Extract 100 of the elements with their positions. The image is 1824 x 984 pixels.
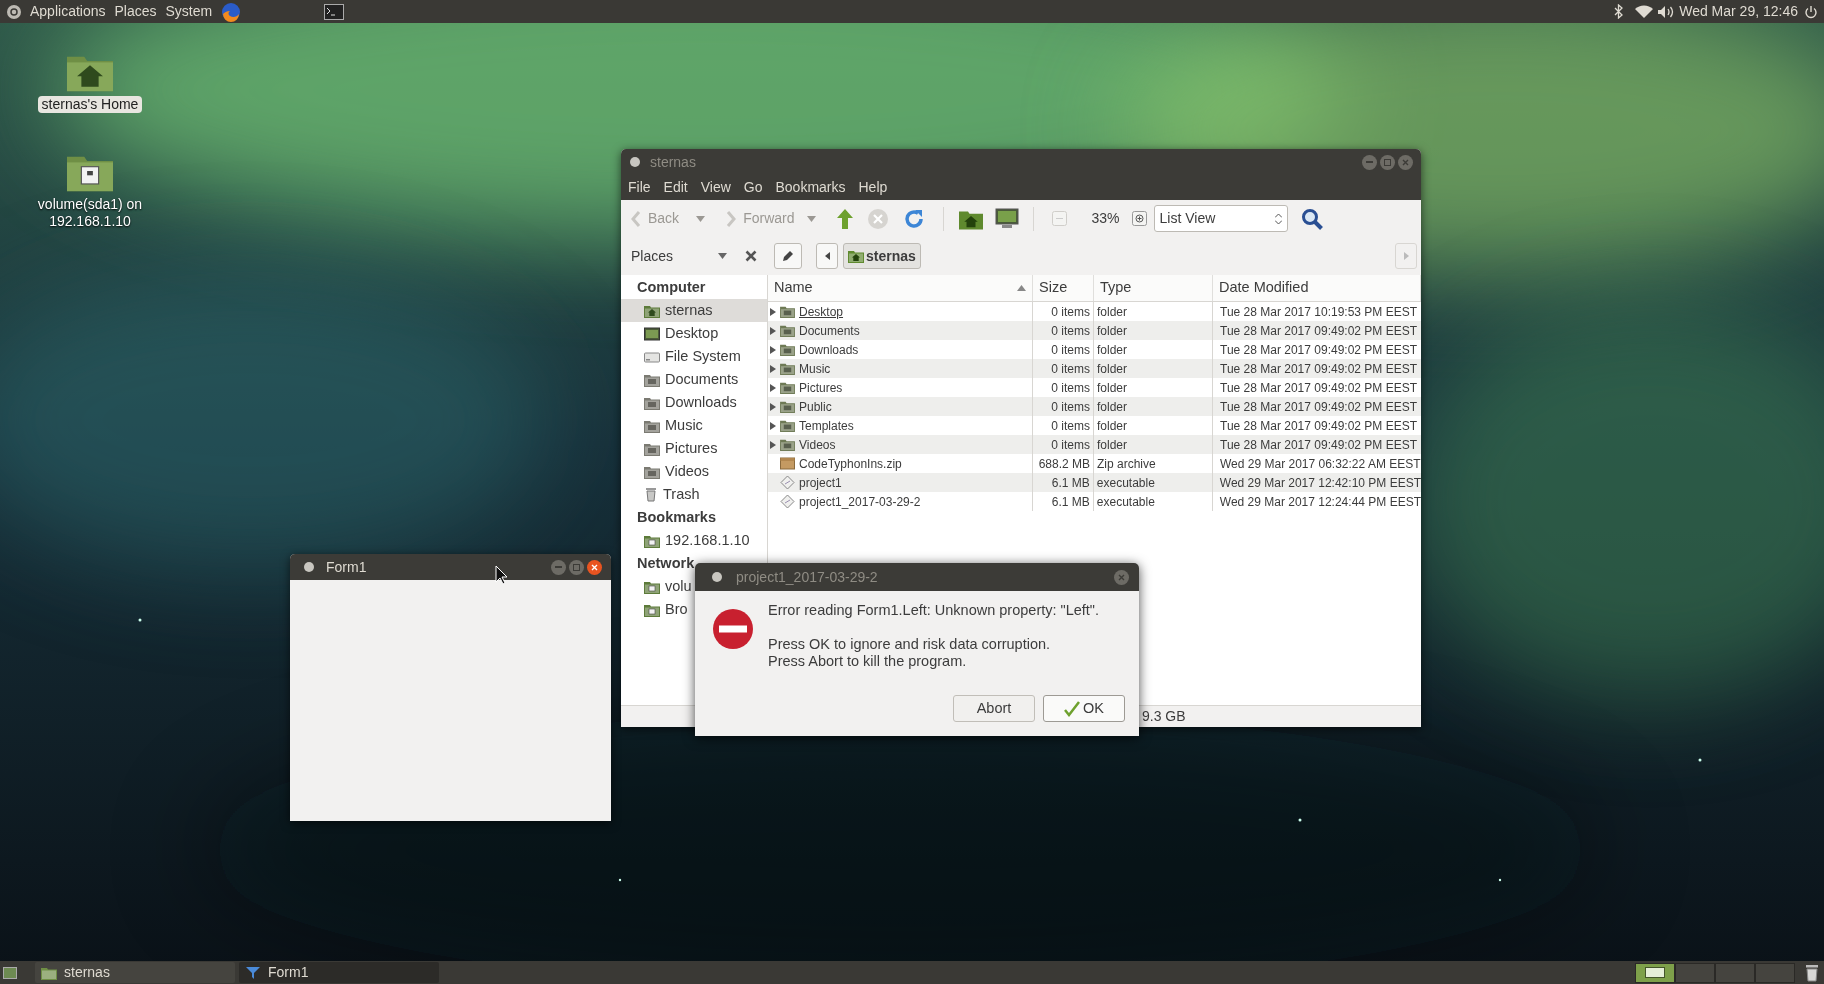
desktop-icon (644, 326, 660, 341)
sidebar-item[interactable]: Trash (621, 483, 700, 506)
sidebar-item[interactable]: Music (621, 414, 703, 437)
dialog-button[interactable]: Abort (953, 695, 1035, 722)
view-dropdown[interactable]: List View (1153, 205, 1288, 232)
sidebar-item[interactable]: Downloads (621, 391, 737, 414)
expander-icon[interactable] (770, 440, 776, 449)
table-cell-text: Tue 28 Mar 2017 09:49:02 PM EEST (1219, 436, 1418, 454)
folder-icon (644, 464, 660, 479)
network-folder-icon (644, 579, 660, 594)
computer-icon[interactable] (995, 207, 1020, 230)
desktop-icon-label[interactable]: volume(sda1) on 192.168.1.10 (27, 196, 153, 230)
up-arrow-icon[interactable] (836, 207, 855, 230)
trash-icon[interactable] (1805, 963, 1819, 982)
reload-icon[interactable] (903, 207, 926, 230)
expander-icon[interactable] (770, 326, 776, 335)
workspace-switcher-cell[interactable] (1635, 962, 1675, 983)
show-desktop-icon[interactable] (3, 966, 17, 979)
expander-icon[interactable] (770, 421, 776, 430)
column-header[interactable]: Type (1094, 275, 1213, 301)
file-name: Public (799, 398, 832, 416)
file-row[interactable]: Documents 0 items folder Tue 28 Mar 2017 09:49:02 PM EEST (768, 321, 1421, 340)
workspace-switcher-cell[interactable] (1755, 962, 1795, 983)
folder-icon (780, 305, 795, 318)
system-logo-icon[interactable] (6, 3, 22, 20)
column-header[interactable]: Date Modified (1213, 275, 1421, 301)
window-menu-icon[interactable] (630, 157, 640, 167)
workspace-switcher-cell[interactable] (1715, 962, 1755, 983)
sidebar-item[interactable]: volu (621, 575, 692, 598)
folder-icon (780, 362, 795, 375)
diamond-icon (780, 494, 795, 509)
panel-menu[interactable]: Places (114, 1, 157, 22)
clock[interactable]: Wed Mar 29, 12:46 (1679, 1, 1798, 22)
wifi-icon[interactable] (1635, 4, 1654, 19)
volume-icon[interactable] (1657, 4, 1676, 19)
menu-item[interactable]: View (700, 177, 731, 198)
dialog-button[interactable]: OK (1043, 695, 1125, 722)
expander-icon[interactable] (770, 364, 776, 373)
browser-icon[interactable] (221, 1, 242, 22)
sidebar-item[interactable]: Pictures (621, 437, 718, 460)
power-icon[interactable] (1804, 4, 1818, 19)
caret-icon[interactable] (696, 215, 706, 222)
file-name: project1 (799, 474, 842, 492)
expander-icon[interactable] (770, 307, 776, 316)
close-icon[interactable] (745, 250, 757, 262)
desktop-icon-label[interactable]: sternas's Home (37, 96, 143, 113)
expander-icon[interactable] (770, 402, 776, 411)
bluetooth-icon[interactable] (1614, 4, 1624, 19)
sidebar-item[interactable]: Desktop (621, 322, 719, 345)
sidebar-item[interactable]: sternas (621, 299, 767, 322)
file-row[interactable]: Music 0 items folder Tue 28 Mar 2017 09:49:02 PM EEST (768, 359, 1421, 378)
file-row[interactable]: Videos 0 items folder Tue 28 Mar 2017 09:49:02 PM EEST (768, 435, 1421, 454)
taskbar-button[interactable]: Form1 (239, 962, 439, 983)
home-folder-icon (848, 249, 864, 263)
error-icon (712, 608, 754, 650)
trash-icon (644, 487, 658, 502)
table-cell-text: Tue 28 Mar 2017 09:49:02 PM EEST (1219, 398, 1418, 416)
file-row[interactable]: project1 6.1 MB executable Wed 29 Mar 2017 12:42:10 PM EEST (768, 473, 1421, 492)
expander-icon[interactable] (770, 345, 776, 354)
sidebar-item[interactable]: Documents (621, 368, 739, 391)
terminal-icon[interactable] (324, 3, 345, 20)
sidebar-item[interactable]: Videos (621, 460, 710, 483)
title-bar[interactable]: Form1 (290, 554, 611, 580)
edit-location-button[interactable] (774, 243, 802, 269)
expander-icon[interactable] (770, 383, 776, 392)
path-back-button[interactable] (816, 243, 838, 269)
path-button[interactable]: sternas (843, 243, 921, 269)
folder-icon (41, 965, 57, 980)
file-row[interactable]: Public 0 items folder Tue 28 Mar 2017 09:49:02 PM EEST (768, 397, 1421, 416)
panel-menu[interactable]: System (165, 1, 213, 22)
search-icon[interactable] (1300, 207, 1323, 230)
table-cell-text: Tue 28 Mar 2017 09:49:02 PM EEST (1219, 322, 1418, 340)
left-arrow-icon (824, 252, 830, 260)
menu-item[interactable]: Go (743, 177, 763, 198)
close-icon (591, 563, 598, 571)
taskbar-button[interactable]: sternas (35, 962, 235, 983)
zoom-in-icon[interactable] (1131, 211, 1147, 226)
table-cell-text: Tue 28 Mar 2017 09:49:02 PM EEST (1219, 417, 1418, 435)
sidebar-item[interactable]: Bro (621, 598, 688, 621)
sidebar-heading: Computer (636, 278, 707, 297)
sidebar-item[interactable]: File System (621, 345, 741, 368)
workspace-switcher-cell[interactable] (1675, 962, 1715, 983)
panel-menu[interactable]: Applications (30, 1, 106, 22)
caret-icon (718, 253, 727, 259)
caret-icon[interactable] (807, 215, 817, 222)
menu-item[interactable]: Edit (663, 177, 688, 198)
close-button[interactable] (587, 559, 602, 575)
places-dropdown[interactable]: Places (631, 245, 727, 267)
window-title: project1_2017-03-29-2 (736, 567, 878, 587)
menu-item[interactable]: Bookmarks (775, 177, 846, 198)
archive-icon (780, 457, 795, 470)
menu-item[interactable]: Help (858, 177, 888, 198)
sidebar-item[interactable]: 192.168.1.10 (621, 529, 750, 552)
error-detail: Press Abort to kill the program. (768, 653, 968, 670)
window-menu-icon[interactable] (712, 572, 722, 582)
menu-item[interactable]: File (628, 177, 651, 198)
window-menu-icon[interactable] (304, 562, 314, 572)
folder-icon (644, 395, 660, 410)
column-header[interactable]: Size (1033, 275, 1094, 301)
column-header[interactable]: Name (768, 275, 1033, 301)
